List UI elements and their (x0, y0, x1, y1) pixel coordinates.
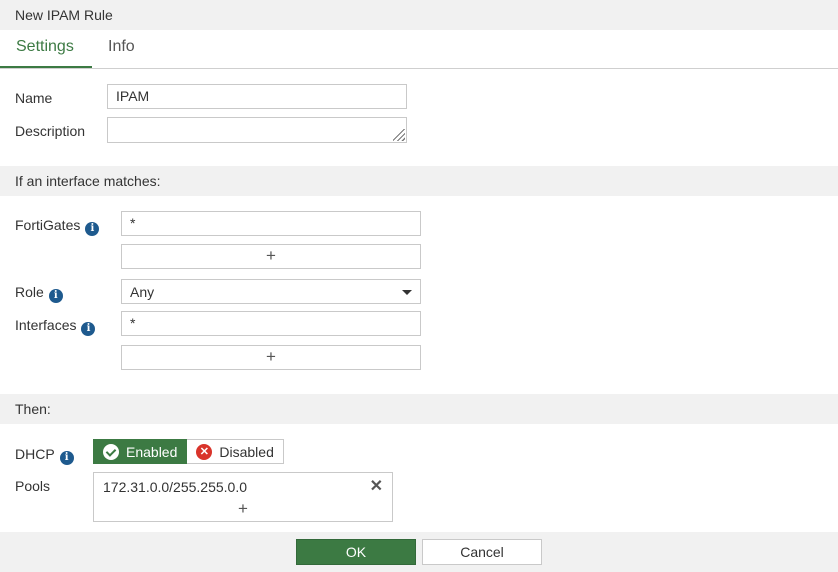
info-icon[interactable]: i (81, 322, 96, 336)
info-icon[interactable]: i (59, 451, 74, 465)
dhcp-disabled-label: Disabled (219, 443, 274, 460)
match-section-header: If an interface matches: (0, 166, 838, 196)
cancel-button[interactable]: Cancel (422, 539, 542, 565)
fortigates-label-text: FortiGates (15, 217, 81, 233)
add-interface-button[interactable]: + (121, 345, 421, 370)
check-circle-icon (103, 443, 119, 460)
interfaces-input[interactable]: * (121, 311, 421, 336)
resize-grip-icon[interactable] (393, 129, 405, 141)
dhcp-enabled-option[interactable]: Enabled (93, 439, 188, 464)
pools-label: Pools (15, 478, 51, 494)
name-label: Name (15, 90, 53, 106)
role-select-value: Any (130, 284, 155, 300)
tab-bar: Settings Info (0, 30, 838, 69)
add-pool-button[interactable]: + (94, 499, 392, 519)
x-circle-icon: ✕ (196, 443, 213, 460)
fortigates-label: FortiGates i (15, 217, 100, 236)
description-label: Description (15, 123, 86, 139)
remove-pool-icon[interactable]: ✕ (370, 476, 383, 496)
dhcp-enabled-label: Enabled (126, 443, 178, 460)
dhcp-label: DHCP i (15, 446, 74, 465)
description-textarea[interactable] (107, 117, 407, 143)
info-icon[interactable]: i (85, 222, 100, 236)
role-select[interactable]: Any (121, 279, 421, 304)
name-input[interactable]: IPAM (107, 84, 407, 109)
dhcp-label-text: DHCP (15, 446, 55, 462)
ok-button[interactable]: OK (296, 539, 416, 565)
dhcp-disabled-option[interactable]: ✕ Disabled (187, 439, 284, 464)
interfaces-label-text: Interfaces (15, 317, 77, 333)
role-label: Role i (15, 284, 63, 303)
tab-info[interactable]: Info (108, 38, 135, 56)
dialog-title: New IPAM Rule (15, 7, 113, 23)
role-label-text: Role (15, 284, 44, 300)
pools-list: 172.31.0.0/255.255.0.0 ✕ + (93, 472, 393, 522)
caret-down-icon (402, 290, 412, 295)
add-fortigate-button[interactable]: + (121, 244, 421, 269)
dhcp-toggle: Enabled ✕ Disabled (93, 439, 284, 464)
interfaces-label: Interfaces i (15, 317, 96, 336)
dialog-footer: OK Cancel (0, 532, 838, 572)
then-section-heading: Then: (15, 401, 51, 417)
tab-settings[interactable]: Settings (16, 38, 74, 56)
info-icon[interactable]: i (48, 289, 63, 303)
dialog-titlebar: New IPAM Rule (0, 0, 838, 30)
active-tab-indicator (0, 66, 92, 68)
pool-entry: 172.31.0.0/255.255.0.0 (103, 479, 248, 495)
match-section-heading: If an interface matches: (15, 173, 161, 189)
then-section-header: Then: (0, 394, 838, 424)
fortigates-input[interactable]: * (121, 211, 421, 236)
